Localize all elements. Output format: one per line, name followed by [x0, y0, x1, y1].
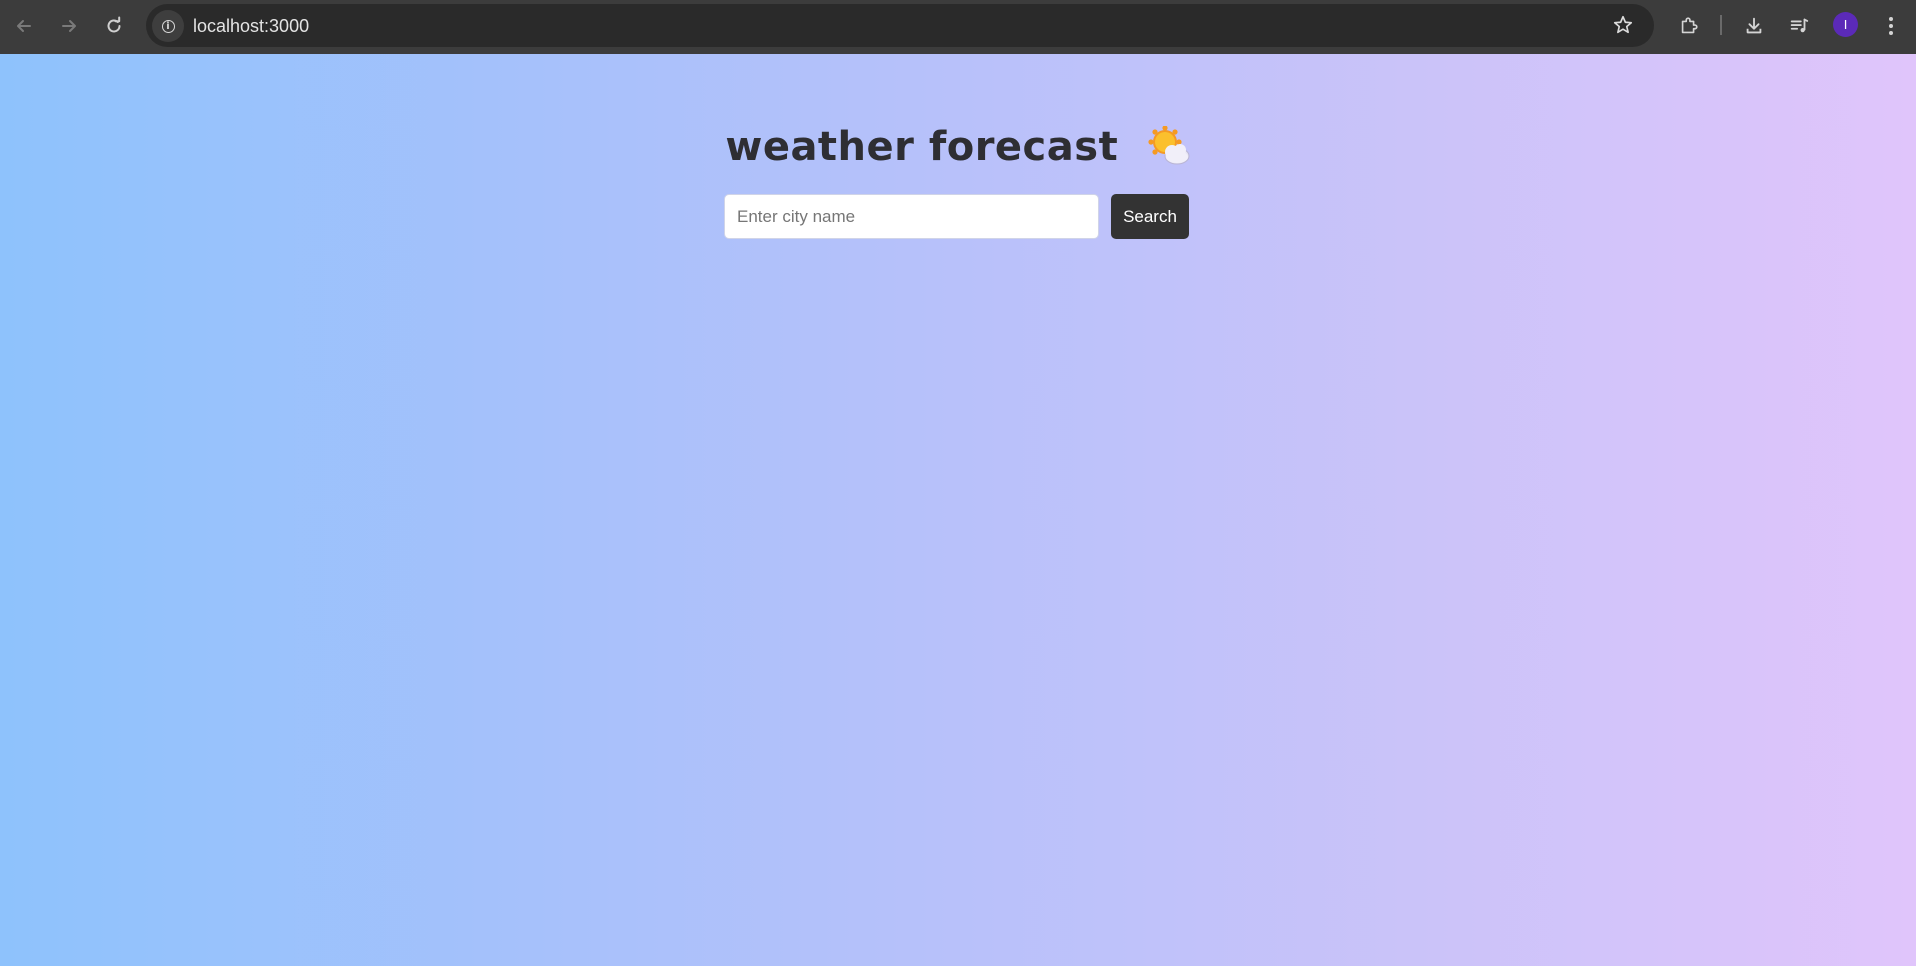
forward-button[interactable]: [52, 9, 86, 43]
extensions-button[interactable]: [1672, 9, 1706, 43]
info-icon: i: [161, 19, 175, 33]
page-title-text: weather forecast: [725, 124, 1119, 170]
puzzle-icon: [1681, 17, 1698, 34]
reload-icon: [107, 16, 121, 33]
back-button[interactable]: [7, 9, 41, 43]
browser-toolbar: i localhost:3000 I: [0, 0, 1916, 54]
kebab-menu-icon: [1889, 17, 1893, 35]
page-title: weather forecast: [725, 124, 1190, 170]
browser-menu-button[interactable]: [1874, 9, 1908, 43]
media-queue-icon: [1790, 18, 1809, 33]
toolbar-divider: [1720, 15, 1722, 35]
sun-behind-cloud-icon: [1147, 125, 1191, 166]
address-bar[interactable]: i localhost:3000: [146, 4, 1654, 47]
media-control-button[interactable]: [1782, 9, 1816, 43]
header: weather forecast: [0, 124, 1916, 170]
page-viewport: weather forecast Enter city name Search: [0, 54, 1916, 966]
url-text[interactable]: localhost:3000: [193, 16, 309, 37]
star-icon: [1613, 15, 1633, 34]
city-search-input[interactable]: [724, 194, 1099, 239]
bookmark-button[interactable]: [1610, 12, 1636, 38]
download-icon: [1746, 17, 1762, 34]
reload-button[interactable]: [97, 9, 131, 43]
arrow-right-icon: [62, 20, 76, 32]
downloads-button[interactable]: [1737, 9, 1771, 43]
profile-avatar[interactable]: I: [1833, 12, 1858, 37]
search-button[interactable]: Search: [1111, 194, 1189, 239]
arrow-left-icon: [17, 20, 31, 32]
site-info-button[interactable]: i: [152, 10, 184, 42]
search-form: Search: [724, 194, 1189, 239]
